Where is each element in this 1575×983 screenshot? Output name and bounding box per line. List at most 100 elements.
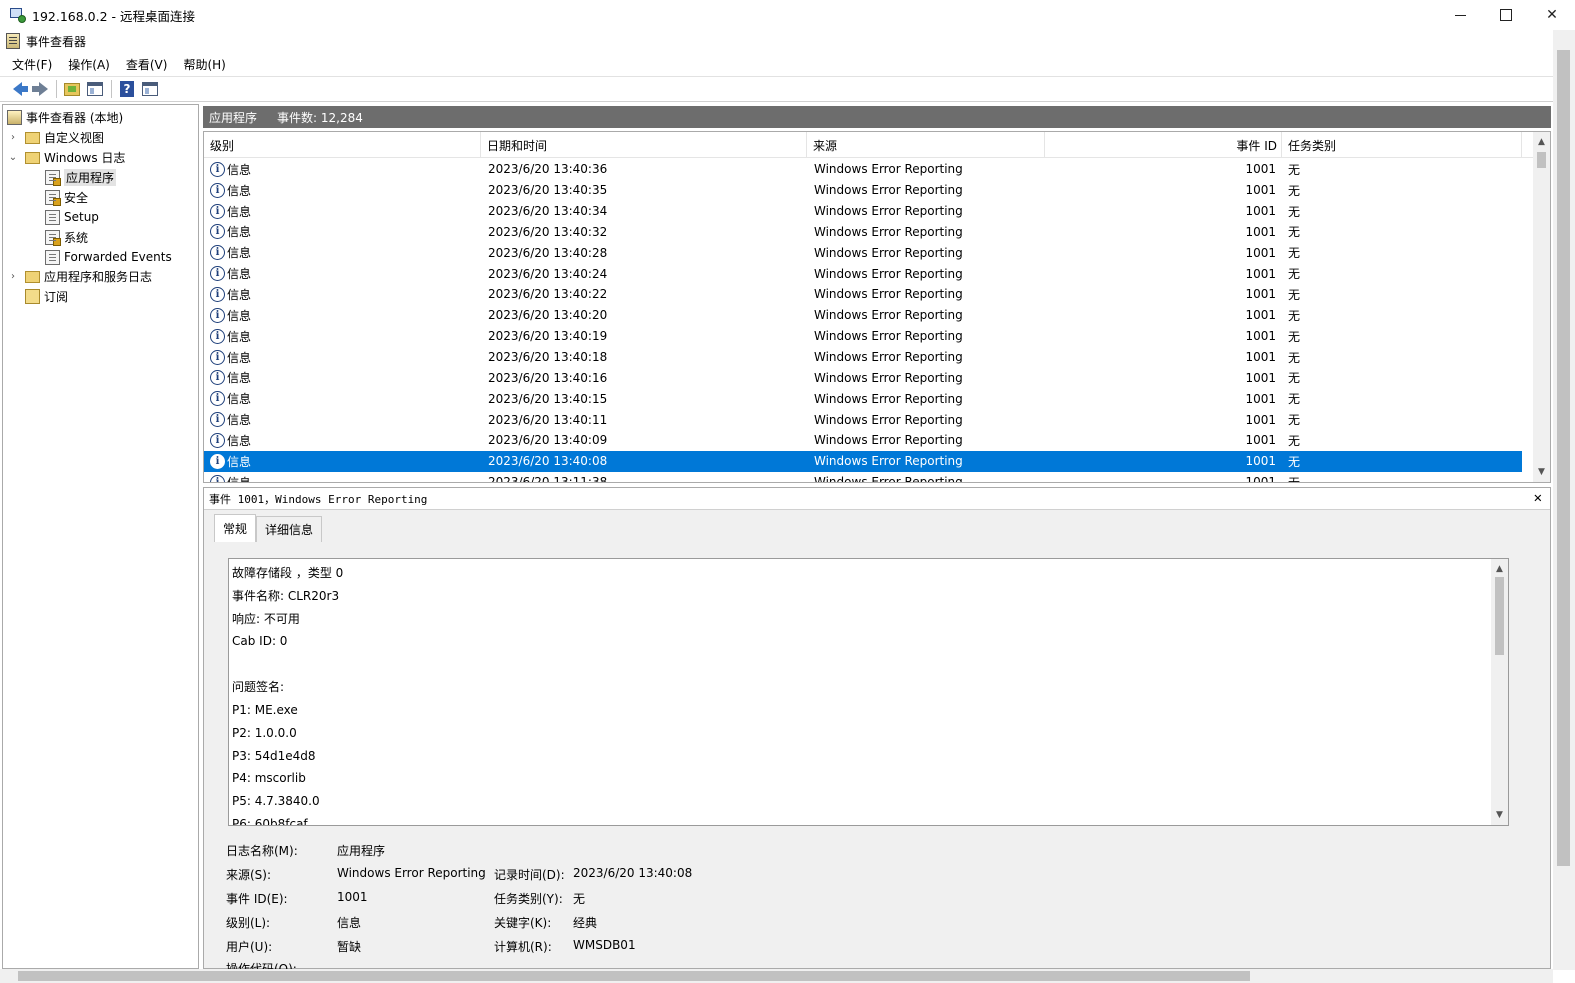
menu-action[interactable]: 操作(A): [60, 56, 118, 73]
cell-source: Windows Error Reporting: [814, 204, 963, 219]
tree-item-label: 自定义视图: [44, 130, 105, 145]
cell-datetime: 2023/6/20 13:40:11: [488, 412, 608, 427]
cell-event-id: 1001: [1245, 245, 1276, 260]
tree-item-forwarded-events[interactable]: Forwarded Events: [45, 247, 172, 267]
forward-arrow-icon: [31, 82, 48, 96]
tree-item-label: Windows 日志: [44, 150, 126, 165]
rdp-title-bar: 192.168.0.2 - 远程桌面连接 ✕: [0, 0, 1575, 30]
table-row[interactable]: i 信息 2023/6/20 13:40:36 Windows Error Repor…: [204, 159, 1522, 180]
maximize-button[interactable]: [1483, 0, 1529, 30]
table-row[interactable]: i 信息 2023/6/20 13:40:20 Windows Error Repor…: [204, 305, 1522, 326]
table-row[interactable]: i 信息 2023/6/20 13:11:38 Windows Error Repor…: [204, 472, 1522, 482]
forward-button[interactable]: [29, 78, 51, 100]
cell-datetime: 2023/6/20 13:40:09: [488, 433, 608, 448]
help-button[interactable]: ?: [116, 78, 138, 100]
scroll-up-icon[interactable]: ▲: [1533, 134, 1550, 150]
cell-level: i 信息: [210, 388, 251, 409]
scroll-thumb[interactable]: [1557, 50, 1570, 866]
tree-item-windows-logs[interactable]: ⌄ Windows 日志: [7, 147, 126, 167]
column-level[interactable]: 级别: [204, 132, 481, 158]
tree-item-label: Forwarded Events: [64, 250, 172, 264]
tree-item-application[interactable]: 应用程序: [45, 167, 117, 187]
table-row[interactable]: i 信息 2023/6/20 13:40:09 Windows Error Repor…: [204, 430, 1522, 451]
scroll-thumb[interactable]: [1537, 152, 1546, 168]
close-window-button[interactable]: ✕: [1529, 0, 1575, 30]
scroll-thumb[interactable]: [1495, 577, 1504, 655]
tab-details[interactable]: 详细信息: [256, 516, 323, 542]
table-row[interactable]: i 信息 2023/6/20 13:40:35 Windows Error Repor…: [204, 180, 1522, 201]
show-action-pane-button[interactable]: [139, 78, 161, 100]
tree-item-system[interactable]: 系统: [45, 227, 88, 247]
table-row[interactable]: i 信息 2023/6/20 13:40:15 Windows Error Repor…: [204, 388, 1522, 409]
menu-help[interactable]: 帮助(H): [175, 56, 233, 73]
prop-value-computer: WMSDB01: [573, 938, 636, 952]
prop-value-source: Windows Error Reporting: [337, 866, 486, 880]
prop-value-event-id: 1001: [337, 890, 368, 904]
prop-value-level: 信息: [337, 916, 362, 930]
table-row[interactable]: i 信息 2023/6/20 13:40:18 Windows Error Repor…: [204, 347, 1522, 368]
table-row[interactable]: i 信息 2023/6/20 13:40:11 Windows Error Repor…: [204, 409, 1522, 430]
table-row[interactable]: i 信息 2023/6/20 13:40:24 Windows Error Repor…: [204, 263, 1522, 284]
level-text: 信息: [227, 162, 252, 177]
show-hide-tree-button[interactable]: [84, 78, 106, 100]
toolbar: ?: [0, 76, 1553, 102]
expand-icon[interactable]: ›: [7, 271, 19, 282]
cell-event-id: 1001: [1245, 329, 1276, 344]
tree-item-setup[interactable]: Setup: [45, 207, 99, 227]
up-folder-button[interactable]: [61, 78, 83, 100]
column-task-category[interactable]: 任务类别: [1282, 132, 1522, 158]
prop-label-computer: 计算机(R):: [494, 940, 552, 954]
table-row[interactable]: i 信息 2023/6/20 13:40:32 Windows Error Repor…: [204, 222, 1522, 243]
tree-item-label: Setup: [64, 210, 99, 224]
window-horizontal-scrollbar[interactable]: [0, 969, 1553, 983]
cell-task-category: 无: [1288, 329, 1301, 344]
tree-item-label: 安全: [64, 190, 89, 205]
tree-item-security[interactable]: 安全: [45, 187, 88, 207]
level-text: 信息: [227, 246, 252, 261]
cell-source: Windows Error Reporting: [814, 454, 963, 469]
window-vertical-scrollbar[interactable]: [1553, 30, 1575, 970]
back-button[interactable]: [6, 78, 28, 100]
level-text: 信息: [227, 392, 252, 407]
table-row[interactable]: i 信息 2023/6/20 13:40:28 Windows Error Repor…: [204, 242, 1522, 263]
collapse-icon[interactable]: ⌄: [7, 152, 19, 163]
tab-general[interactable]: 常规: [214, 514, 257, 542]
cell-level: i 信息: [210, 367, 251, 388]
table-row[interactable]: i 信息 2023/6/20 13:40:22 Windows Error Repor…: [204, 284, 1522, 305]
cell-task-category: 无: [1288, 371, 1301, 386]
scroll-down-icon[interactable]: ▼: [1533, 464, 1550, 480]
description-line: P4: mscorlib: [232, 771, 306, 786]
table-row[interactable]: i 信息 2023/6/20 13:40:34 Windows Error Repor…: [204, 201, 1522, 222]
scroll-thumb[interactable]: [18, 971, 1250, 981]
scroll-down-icon[interactable]: ▼: [1491, 807, 1508, 823]
menu-file[interactable]: 文件(F): [4, 56, 60, 73]
tree-item-app-service-logs[interactable]: › 应用程序和服务日志: [7, 266, 152, 286]
table-row[interactable]: i 信息 2023/6/20 13:40:08 Windows Error Repor…: [204, 450, 1522, 472]
cell-task-category: 无: [1288, 225, 1301, 240]
event-description[interactable]: 故障存储段 ，类型 0 事件名称: CLR20r3 响应: 不可用 Cab ID: 0…: [228, 558, 1509, 826]
description-line: Cab ID: 0: [232, 634, 288, 649]
column-datetime[interactable]: 日期和时间: [481, 132, 807, 158]
event-list-scrollbar[interactable]: ▲ ▼: [1533, 132, 1550, 482]
level-text: 信息: [227, 413, 252, 428]
toolbar-separator: [111, 80, 112, 98]
tree-item-root[interactable]: 事件查看器 (本地): [7, 107, 123, 127]
prop-label-log-name: 日志名称(M):: [226, 844, 298, 858]
console-tree-icon: [87, 82, 103, 96]
minimize-button[interactable]: [1437, 0, 1483, 30]
table-row[interactable]: i 信息 2023/6/20 13:40:16 Windows Error Repor…: [204, 367, 1522, 388]
info-icon: i: [210, 286, 225, 302]
description-line: P3: 54d1e4d8: [232, 748, 316, 763]
menu-view[interactable]: 查看(V): [118, 56, 176, 73]
column-source[interactable]: 来源: [807, 132, 1045, 158]
description-scrollbar[interactable]: ▲ ▼: [1491, 559, 1508, 825]
tree-item-custom-views[interactable]: › 自定义视图: [7, 127, 104, 147]
expand-icon[interactable]: ›: [7, 132, 19, 143]
column-event-id[interactable]: 事件 ID: [1045, 132, 1282, 158]
table-row[interactable]: i 信息 2023/6/20 13:40:19 Windows Error Repor…: [204, 326, 1522, 347]
close-icon[interactable]: ✕: [1534, 490, 1542, 506]
cell-event-id: 1001: [1245, 224, 1276, 239]
info-icon: i: [210, 182, 225, 198]
scroll-up-icon[interactable]: ▲: [1491, 561, 1508, 577]
tree-item-subscriptions[interactable]: 订阅: [25, 286, 68, 306]
